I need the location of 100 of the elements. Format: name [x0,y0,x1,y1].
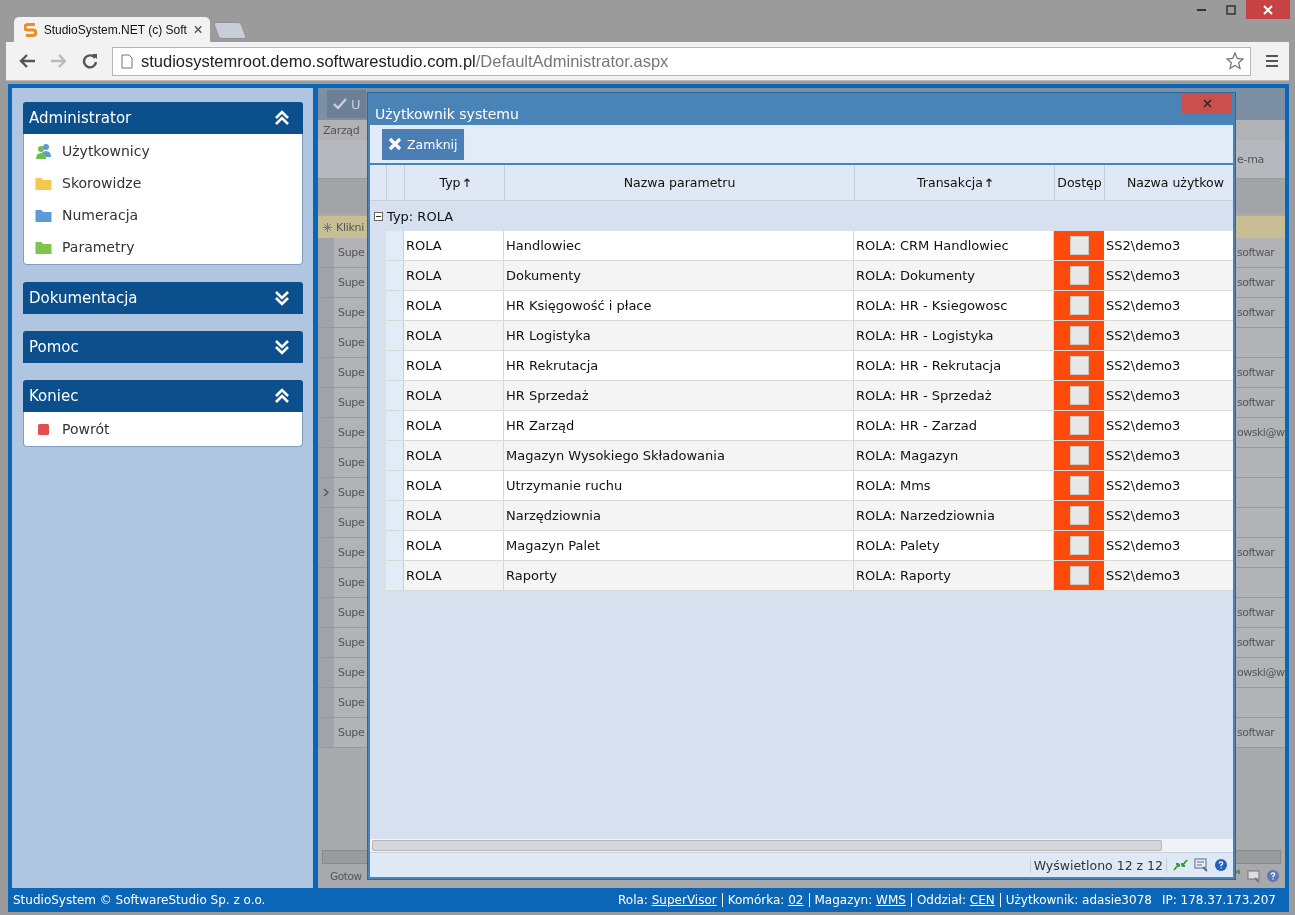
checkbox[interactable] [1069,266,1089,285]
column-header[interactable]: Nazwa parametru [505,165,855,200]
row-indicator[interactable] [318,568,334,597]
table-cell-text: SS2\demo3 [1105,537,1182,555]
column-header[interactable]: e-ma [1237,152,1283,166]
address-bar[interactable]: studiosystemroot.demo.softwarestudio.com.pl/DefaultAdministrator.aspx [112,46,1251,76]
row-selector[interactable] [386,261,404,290]
panel-header[interactable]: Dokumentacja [23,282,303,314]
column-header[interactable]: Nazwa użytkow [1105,165,1233,200]
row-indicator[interactable] [318,328,334,357]
checkbox[interactable] [1069,506,1089,525]
menu-item[interactable]: Parametry [62,239,135,255]
checkbox[interactable] [1069,476,1089,495]
row-indicator[interactable] [318,598,334,627]
checkbox[interactable] [1069,416,1089,435]
checkbox[interactable] [1069,356,1089,375]
new-tab-button[interactable] [212,22,248,39]
status-link[interactable]: SuperVisor [651,893,717,907]
checkbox[interactable] [1069,326,1089,345]
table-cell: Narzędziownia [504,501,854,530]
reload-icon[interactable] [82,53,98,69]
table-cell-text: Supe [337,666,366,679]
row-selector[interactable] [386,351,404,380]
row-selector[interactable] [386,471,404,500]
row-selector[interactable] [386,501,404,530]
checkbox[interactable] [1069,386,1089,405]
status-link[interactable]: CEN [969,893,995,907]
table-cell-text: Supe [337,246,366,259]
status-link[interactable]: 02 [788,893,804,907]
collapse-icon[interactable] [374,211,383,221]
row-indicator[interactable] [318,718,334,747]
row-indicator[interactable] [318,658,334,687]
table-cell-text: Supe [337,726,366,739]
panel-header[interactable]: Koniec [23,380,303,412]
browser-tab[interactable]: StudioSystem.NET (c) Soft [14,17,210,42]
row-indicator[interactable] [318,388,334,417]
row-selector[interactable] [386,411,404,440]
row-indicator[interactable] [318,478,334,507]
row-selector[interactable] [386,231,404,260]
row-indicator[interactable] [318,238,334,267]
table-cell: ROLA [404,441,504,470]
double-chevron-down-icon[interactable] [274,339,290,355]
scrollbar[interactable] [372,840,1162,851]
panel-header[interactable]: Pomoc [23,331,303,363]
row-selector[interactable] [386,561,404,590]
status-value: adasie3078 [1082,893,1152,907]
column-header[interactable]: Dostęp [1055,165,1105,200]
row-indicator[interactable] [318,418,334,447]
panel-header[interactable]: Administrator [23,102,303,134]
double-chevron-up-icon[interactable] [274,388,290,404]
close-button[interactable] [1182,93,1232,113]
row-selector[interactable] [386,321,404,350]
row-selector[interactable] [386,531,404,560]
copyright-text: StudioSystem © SoftwareStudio Sp. z o.o. [13,893,266,907]
row-indicator[interactable] [318,268,334,297]
close-icon [388,137,402,151]
column-header[interactable]: Transakcja [855,165,1055,200]
star-icon[interactable] [1226,52,1244,70]
table-cell-text: softwar [1236,546,1276,559]
menu-icon[interactable] [1265,54,1279,68]
status-field: Magazyn: WMS [809,893,912,907]
close-icon[interactable] [193,25,202,34]
menu-item[interactable]: Powrót [62,421,110,437]
checkbox[interactable] [1069,446,1089,465]
row-indicator[interactable] [318,448,334,477]
checkbox[interactable] [1069,296,1089,315]
row-indicator[interactable] [318,358,334,387]
menu-item[interactable]: Numeracja [62,207,139,223]
forward-icon[interactable] [50,53,68,69]
group-row[interactable]: Typ: ROLA [370,201,1233,231]
help-icon[interactable] [1215,859,1227,871]
row-indicator[interactable] [318,298,334,327]
close-button[interactable] [1246,0,1290,19]
record-count: Wyświetlono 12 z 12 [1029,857,1167,873]
double-chevron-up-icon[interactable] [274,110,290,126]
help-icon[interactable] [1267,870,1279,882]
export-icon[interactable] [1247,869,1261,883]
refresh-icon[interactable] [1173,858,1188,872]
column-header[interactable]: Typ [405,165,505,200]
row-indicator[interactable] [318,508,334,537]
status-link[interactable]: WMS [876,893,906,907]
menu-item[interactable]: Użytkownicy [62,143,150,159]
table-cell-text: Supe [337,486,366,499]
double-chevron-down-icon[interactable] [274,290,290,306]
row-indicator[interactable] [318,688,334,717]
row-indicator[interactable] [318,628,334,657]
back-icon[interactable] [18,53,36,69]
row-selector[interactable] [386,291,404,320]
table-cell: HR Zarząd [504,411,854,440]
row-selector[interactable] [386,381,404,410]
menu-item[interactable]: Skorowidze [62,175,142,191]
table-cell: ROLA [404,561,504,590]
checkbox[interactable] [1069,566,1089,585]
checkbox[interactable] [1069,536,1089,555]
table-cell-text: softwar [1236,396,1276,409]
close-button[interactable]: Zamknij [382,128,464,160]
checkbox[interactable] [1069,236,1089,255]
export-icon[interactable] [1194,858,1209,872]
row-selector[interactable] [386,441,404,470]
row-indicator[interactable] [318,538,334,567]
